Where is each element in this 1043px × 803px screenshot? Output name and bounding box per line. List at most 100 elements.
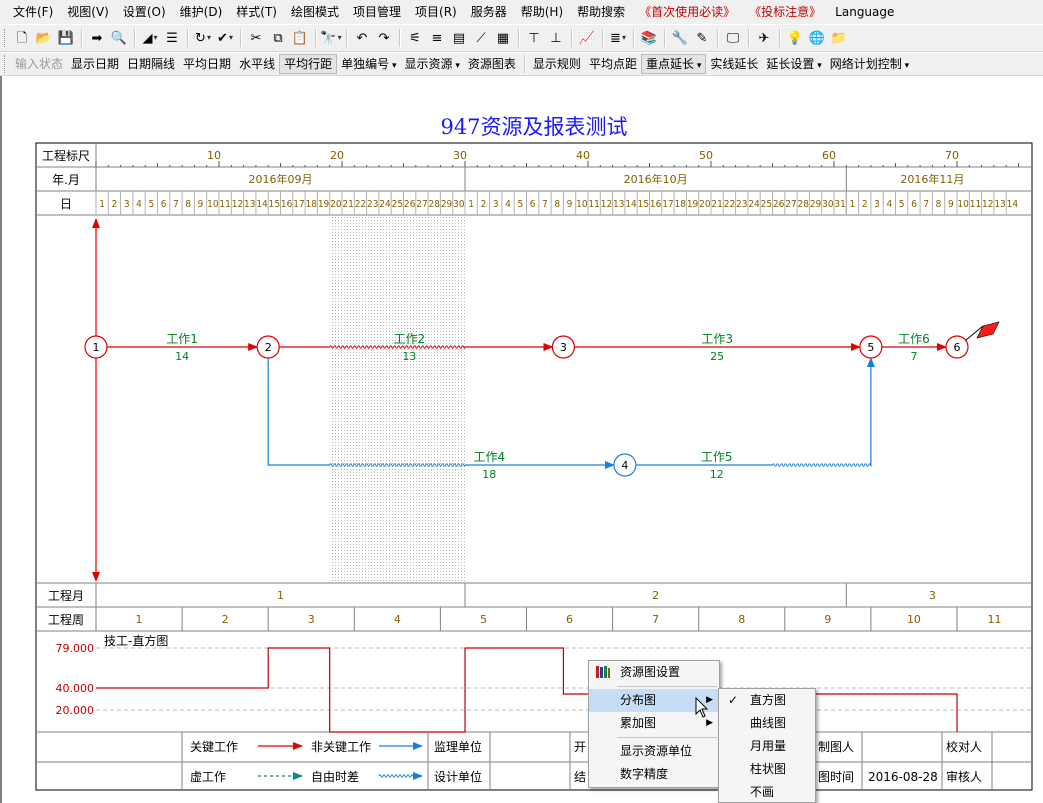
day-label: 20 [699, 199, 711, 210]
day-label: 13 [244, 199, 255, 210]
check-icon[interactable]: ✔ [215, 28, 235, 48]
menu-maintain[interactable]: 维护(D) [173, 0, 230, 24]
network-control-button[interactable]: 网络计划控制 [826, 54, 913, 74]
edit-icon[interactable]: ✎ [692, 28, 712, 48]
menu-first-use[interactable]: 《首次使用必读》 [632, 0, 742, 24]
day-label: 5 [148, 199, 154, 210]
redo-icon[interactable]: ↷ [374, 28, 394, 48]
submenu-histogram[interactable]: ✓ 直方图 [719, 689, 815, 712]
print-preview-icon[interactable]: 🔍 [109, 28, 129, 48]
legend-design-unit: 设计单位 [434, 769, 482, 784]
menu-show-resource-unit[interactable]: 显示资源单位 [589, 740, 719, 763]
menu-language[interactable]: Language [828, 0, 901, 24]
submenu-none[interactable]: 不画 [719, 781, 815, 803]
network-chart[interactable]: 947资源及报表测试 工程标尺年.月日工程月工程周 10 20 30 40 50 60 70 2… [2, 76, 1043, 803]
legend-icon[interactable]: ≣ [608, 28, 628, 48]
tools-icon[interactable]: 🔧 [670, 28, 690, 48]
menu-settings[interactable]: 设置(O) [116, 0, 173, 24]
avg-row-spacing-button[interactable]: 平均行距 [279, 54, 338, 74]
menu-number-precision[interactable]: 数字精度 [589, 763, 719, 786]
paste-icon[interactable]: 📋 [290, 28, 310, 48]
chart-icon[interactable]: 📈 [577, 28, 597, 48]
menu-bid-notes[interactable]: 《投标注意》 [742, 0, 828, 24]
menu-server[interactable]: 服务器 [464, 0, 514, 24]
histogram-title: 技工-直方图 [104, 633, 168, 648]
day-label: 8 [936, 199, 942, 210]
menu-help-search[interactable]: 帮助搜索 [570, 0, 632, 24]
key-extend-button[interactable]: 重点延长 [640, 54, 707, 74]
toolbar-separator [134, 29, 135, 47]
menu-help[interactable]: 帮助(H) [514, 0, 570, 24]
submenu-bar[interactable]: 柱状图 [719, 758, 815, 781]
show-rules-button[interactable]: 显示规则 [529, 54, 585, 74]
proj-week-label: 11 [988, 613, 1002, 626]
lightbulb-icon[interactable]: 💡 [785, 28, 805, 48]
drawing-canvas[interactable]: 947资源及报表测试 工程标尺 年.月日工程月 工程周 10 20 30 40 50 60 70 2… [0, 76, 1043, 803]
curve-icon[interactable]: ⟋ [471, 28, 491, 48]
solid-extend-button[interactable]: 实线延长 [706, 54, 762, 74]
copy-icon[interactable]: ⧉ [268, 28, 288, 48]
network-icon[interactable]: ⚟ [405, 28, 425, 48]
row-label-month: 年.月 [52, 173, 80, 187]
align-top-icon[interactable]: ⊤ [524, 28, 544, 48]
indent-icon[interactable]: ☰ [162, 28, 182, 48]
day-label: 12 [232, 199, 243, 210]
folder-icon[interactable]: 📁 [829, 28, 849, 48]
undo-icon[interactable]: ↶ [352, 28, 372, 48]
line-style-icon[interactable]: ◢ [140, 28, 160, 48]
legend-noncritical-work: 非关键工作 [311, 740, 371, 754]
menu-draw-mode[interactable]: 绘图模式 [284, 0, 346, 24]
cut-icon[interactable]: ✂ [246, 28, 266, 48]
horizontal-line-button[interactable]: 水平线 [235, 54, 279, 74]
menu-project-manage[interactable]: 项目管理 [346, 0, 408, 24]
align-bottom-icon[interactable]: ⊥ [546, 28, 566, 48]
show-resource-button[interactable]: 显示资源 [401, 54, 464, 74]
avg-nodes-button[interactable]: 平均点距 [585, 54, 641, 74]
menu-resource-settings[interactable]: 资源图设置 [589, 661, 719, 684]
day-label: 21 [711, 199, 722, 210]
menu-style[interactable]: 样式(T) [229, 0, 284, 24]
standard-toolbar: 🗋📂💾 ➡🔍 ◢☰ ↻✔ ✂⧉📋 🔭 ↶↷ ⚟≡▤⟋▦ ⊤⊥ 📈 ≣ 📚 🔧✎ 🖵 ✈ 💡🌐📁 [0, 24, 1043, 52]
toolbar-separator [717, 29, 718, 47]
submenu-curve[interactable]: 曲线图 [719, 712, 815, 735]
find-icon[interactable]: 🔭 [320, 28, 341, 48]
activity-name: 工作6 [898, 332, 930, 346]
single-numbering-button[interactable]: 单独编号 [337, 54, 400, 74]
menu-view[interactable]: 视图(V) [60, 0, 116, 24]
resource-icon[interactable]: ▦ [493, 28, 513, 48]
day-label: 26 [404, 199, 416, 210]
refresh-icon[interactable]: ↻ [193, 28, 213, 48]
date-gridline-button[interactable]: 日期隔线 [123, 54, 179, 74]
day-label: 28 [429, 199, 441, 210]
extend-settings-button[interactable]: 延长设置 [762, 54, 825, 74]
day-label: 4 [136, 199, 142, 210]
new-file-icon[interactable]: 🗋 [12, 28, 32, 48]
export-icon[interactable]: ➡ [87, 28, 107, 48]
submenu-monthly[interactable]: 月用量 [719, 735, 815, 758]
globe-icon[interactable]: 🌐 [807, 28, 827, 48]
activity-name: 工作1 [166, 332, 198, 346]
day-label: 31 [834, 199, 845, 210]
open-folder-icon[interactable]: 📂 [34, 28, 54, 48]
histogram-series [96, 647, 958, 733]
toolbar-grip[interactable] [4, 29, 7, 47]
toolbar-grip[interactable] [4, 55, 7, 73]
gantt-icon[interactable]: ≡ [427, 28, 447, 48]
histogram-y-label: 40.000 [56, 682, 95, 695]
ruler-tick-label: 60 [822, 149, 836, 162]
plane-icon[interactable]: ✈ [754, 28, 774, 48]
day-label: 28 [798, 199, 810, 210]
proj-week-label: 10 [907, 613, 921, 626]
avg-date-button[interactable]: 平均日期 [179, 54, 235, 74]
menu-project[interactable]: 项目(R) [408, 0, 464, 24]
menu-file[interactable]: 文件(F) [6, 0, 60, 24]
save-icon[interactable]: 💾 [56, 28, 76, 48]
timeline-icon[interactable]: ▤ [449, 28, 469, 48]
activity-name: 工作3 [701, 332, 733, 346]
books-icon[interactable]: 📚 [639, 28, 659, 48]
day-label: 26 [773, 199, 785, 210]
resource-chart-button[interactable]: 资源图表 [464, 54, 520, 74]
proj-week-label: 5 [480, 613, 487, 626]
monitor-icon[interactable]: 🖵 [723, 28, 743, 48]
show-date-button[interactable]: 显示日期 [67, 54, 123, 74]
